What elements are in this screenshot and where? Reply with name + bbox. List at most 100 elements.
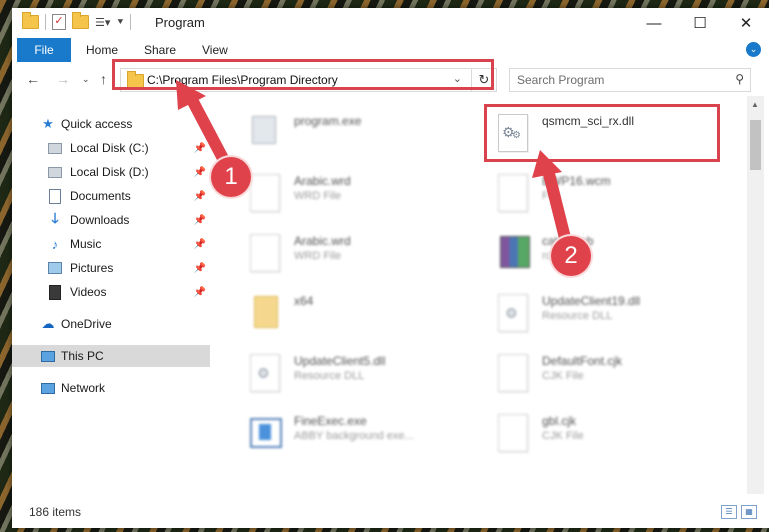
callout-badge-2: 2 xyxy=(551,236,591,276)
pin-icon[interactable]: 📌 xyxy=(194,287,206,298)
file-name: x64 xyxy=(294,294,314,308)
file-item-program-exe[interactable]: program.exe xyxy=(248,110,498,160)
quick-access-toolbar: ✓ ☰▾ ⯆ xyxy=(22,12,132,30)
divider xyxy=(130,14,132,30)
sidebar-item-label: Downloads xyxy=(70,213,130,227)
sidebar-item-label: Music xyxy=(70,237,102,251)
details-view-icon[interactable]: ☰ xyxy=(721,505,737,519)
window-controls: — ☐ ✕ xyxy=(631,8,769,38)
exe-icon xyxy=(248,412,284,456)
file-type: WRD File xyxy=(294,250,342,262)
cloud-icon: ☁ xyxy=(41,316,55,331)
file-item-x64[interactable]: x64 xyxy=(248,290,498,340)
pin-icon[interactable]: 📌 xyxy=(194,263,206,274)
file-item-updateclient5-dll[interactable]: ⚙ UpdateClient5.dll Resource DLL xyxy=(248,350,498,400)
sidebar-item-label: Local Disk (D:) xyxy=(70,165,149,179)
sidebar-item-pictures[interactable]: Pictures 📌 xyxy=(12,257,210,279)
close-icon[interactable]: ✕ xyxy=(723,8,769,38)
search-box[interactable]: Search Program ⚲ xyxy=(509,68,751,92)
file-name: UpdateClient19.dll xyxy=(542,294,641,308)
sidebar-item-label: Pictures xyxy=(70,261,114,275)
file-name: Arabic.wrd xyxy=(294,174,351,188)
folder-icon xyxy=(22,12,39,29)
sidebar-item-network[interactable]: Network xyxy=(12,377,210,399)
sidebar-item-label: Quick access xyxy=(61,117,133,131)
pin-icon[interactable]: 📌 xyxy=(194,191,206,202)
sidebar-item-music[interactable]: ♪ Music 📌 xyxy=(12,233,210,255)
star-icon: ★ xyxy=(42,116,54,131)
sidebar-item-onedrive[interactable]: ☁ OneDrive xyxy=(12,313,210,335)
new-folder-icon[interactable] xyxy=(72,12,89,29)
file-item-arabic-wrd[interactable]: Arabic.wrd WRD File xyxy=(248,170,498,220)
status-bar: 186 items ☰ ▦ xyxy=(12,494,769,528)
download-icon: 🡓 xyxy=(51,210,59,226)
scrollbar-thumb[interactable] xyxy=(750,120,761,170)
document-icon xyxy=(496,412,532,456)
pin-icon[interactable]: 📌 xyxy=(194,215,206,226)
exe-icon xyxy=(248,112,284,156)
sidebar-item-videos[interactable]: Videos 📌 xyxy=(12,281,210,303)
window-title: Program xyxy=(155,15,205,30)
dll-gear-icon: ⚙ xyxy=(496,292,532,336)
pin-icon[interactable]: 📌 xyxy=(194,167,206,178)
pictures-icon xyxy=(48,261,62,275)
maximize-icon[interactable]: ☐ xyxy=(677,8,723,38)
item-count: 186 items xyxy=(29,505,82,519)
file-name: Arabic.wrd xyxy=(294,234,351,248)
file-item-defaultfont-cjk[interactable]: DefaultFont.cjk CJK File xyxy=(496,350,746,400)
file-item-fineexec-exe[interactable]: FineExec.exe ABBY background exe... xyxy=(248,410,498,460)
forward-arrow-icon[interactable]: → xyxy=(56,71,70,87)
file-type: ABBY background exe... xyxy=(294,430,414,442)
sidebar-item-local-disk-d[interactable]: Local Disk (D:) 📌 xyxy=(12,161,210,183)
expand-ribbon-icon[interactable]: ⌄ xyxy=(746,42,761,57)
back-arrow-icon[interactable]: ← xyxy=(26,71,40,87)
file-name: UpdateClient5.dll xyxy=(294,354,386,368)
dll-file-highlight xyxy=(484,104,720,162)
file-item-arabic-wrd[interactable]: Arabic.wrd WRD File xyxy=(248,230,498,280)
sidebar-item-label: Local Disk (C:) xyxy=(70,141,149,155)
file-type: CJK File xyxy=(542,370,584,382)
dll-gear-icon: ⚙ xyxy=(248,352,284,396)
search-input[interactable]: Search Program xyxy=(517,73,604,87)
sidebar-item-local-disk-c[interactable]: Local Disk (C:) 📌 xyxy=(12,137,210,159)
navigation-pane: ★ Quick access Local Disk (C:) 📌 Local D… xyxy=(12,96,210,496)
customize-toolbar-icon[interactable]: ☰▾ xyxy=(95,16,110,29)
file-item-gbl-cjk[interactable]: gbl.cjk CJK File xyxy=(496,410,746,460)
document-icon xyxy=(496,172,532,216)
view-switcher: ☰ ▦ xyxy=(721,505,757,519)
tab-file[interactable]: File xyxy=(17,38,71,62)
document-icon xyxy=(248,172,284,216)
callout-badge-1: 1 xyxy=(211,157,251,197)
file-item-cab[interactable]: cates.cab rchive xyxy=(496,230,746,280)
toolbar-dropdown-icon[interactable]: ⯆ xyxy=(116,17,124,28)
file-name: DefaultFont.cjk xyxy=(542,354,623,368)
divider xyxy=(45,14,46,30)
file-name: BWP16.wcm xyxy=(542,174,611,188)
sidebar-item-quick-access[interactable]: ★ Quick access xyxy=(12,113,210,135)
sidebar-item-downloads[interactable]: 🡓 Downloads 📌 xyxy=(12,209,210,231)
pin-icon[interactable]: 📌 xyxy=(194,143,206,154)
vertical-scrollbar[interactable]: ▲ xyxy=(747,96,764,496)
up-arrow-icon[interactable]: ↑ xyxy=(100,71,107,87)
file-type: File xyxy=(542,190,560,202)
network-icon xyxy=(41,381,55,395)
drive-icon xyxy=(48,165,62,179)
properties-icon[interactable]: ✓ xyxy=(52,14,66,30)
videos-icon xyxy=(48,284,62,300)
file-item-bwp16-wcm[interactable]: BWP16.wcm File xyxy=(496,170,746,220)
search-icon[interactable]: ⚲ xyxy=(735,72,744,86)
recent-locations-icon[interactable]: ⌄ xyxy=(82,74,90,85)
minimize-icon[interactable]: — xyxy=(631,8,677,38)
large-icons-view-icon[interactable]: ▦ xyxy=(741,505,757,519)
file-item-updateclient19-dll[interactable]: ⚙ UpdateClient19.dll Resource DLL xyxy=(496,290,746,340)
pin-icon[interactable]: 📌 xyxy=(194,239,206,250)
file-name: gbl.cjk xyxy=(542,414,577,428)
address-bar-highlight xyxy=(112,59,494,90)
file-name: program.exe xyxy=(294,114,362,128)
title-bar: ✓ ☰▾ ⯆ Program — ☐ ✕ xyxy=(12,8,769,38)
sidebar-item-this-pc[interactable]: This PC xyxy=(12,345,210,367)
scroll-up-icon[interactable]: ▲ xyxy=(751,100,759,109)
file-type: WRD File xyxy=(294,190,342,202)
sidebar-item-documents[interactable]: Documents 📌 xyxy=(12,185,210,207)
file-type: Resource DLL xyxy=(542,310,613,322)
